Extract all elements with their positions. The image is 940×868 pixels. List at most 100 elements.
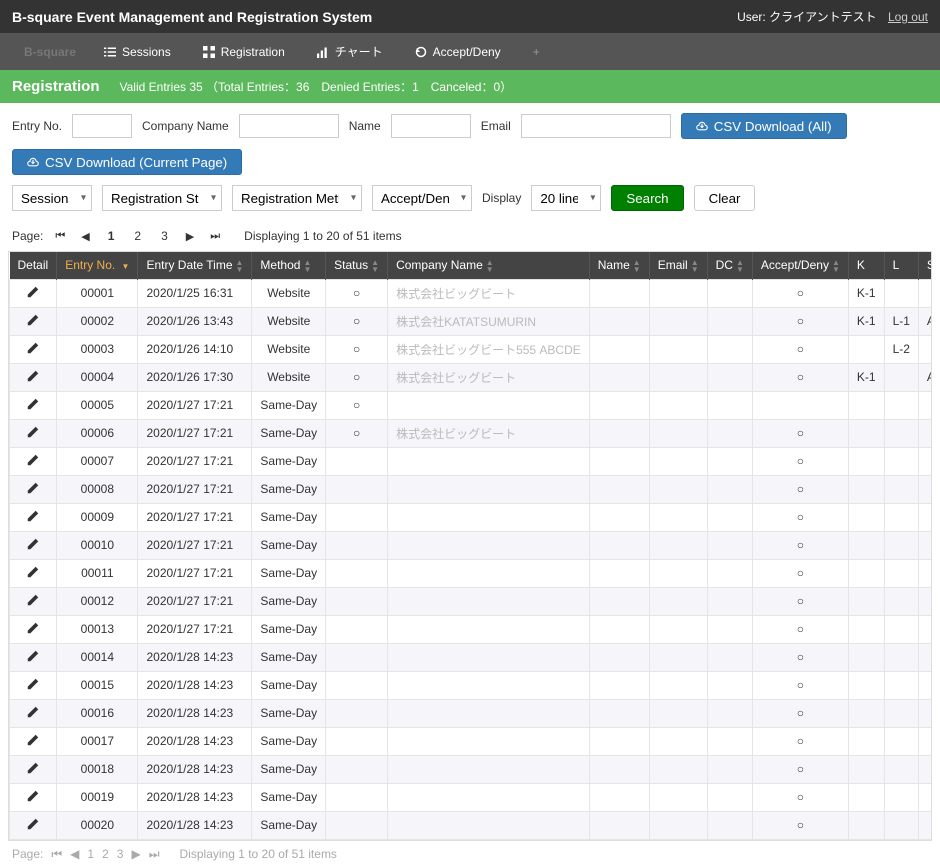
email-input[interactable]	[521, 114, 671, 138]
status-cell	[326, 503, 388, 531]
registration-status-select[interactable]: Registration Status	[102, 185, 222, 211]
detail-cell[interactable]	[10, 363, 57, 391]
accept-cell: ○	[752, 531, 848, 559]
column-header[interactable]: Accept/Deny▲▼	[752, 252, 848, 279]
nav-sessions[interactable]: Sessions	[88, 35, 187, 69]
edit-icon[interactable]	[26, 565, 40, 579]
edit-icon[interactable]	[26, 761, 40, 775]
detail-cell[interactable]	[10, 615, 57, 643]
detail-cell[interactable]	[10, 335, 57, 363]
column-header[interactable]: L	[884, 252, 918, 279]
accept-cell: ○	[752, 699, 848, 727]
detail-cell[interactable]	[10, 503, 57, 531]
nav-chart[interactable]: チャート	[301, 33, 399, 70]
column-header[interactable]: S1	[918, 252, 932, 279]
search-button[interactable]: Search	[611, 185, 683, 211]
company-input[interactable]	[239, 114, 339, 138]
nav-add[interactable]: +	[517, 35, 556, 69]
table-row: 000202020/1/28 14:23Same-Day○	[10, 811, 933, 839]
edit-icon[interactable]	[26, 341, 40, 355]
edit-icon[interactable]	[26, 425, 40, 439]
column-header[interactable]: Company Name▲▼	[388, 252, 590, 279]
registration-method-select[interactable]: Registration Method	[232, 185, 362, 211]
edit-icon[interactable]	[26, 733, 40, 747]
column-header[interactable]: DC▲▼	[707, 252, 752, 279]
pager-page-2[interactable]: 2	[128, 227, 147, 245]
column-header[interactable]: Status▲▼	[326, 252, 388, 279]
edit-icon[interactable]	[26, 313, 40, 327]
column-header[interactable]: Name▲▼	[589, 252, 649, 279]
email-cell	[649, 279, 707, 307]
edit-icon[interactable]	[26, 537, 40, 551]
detail-cell[interactable]	[10, 587, 57, 615]
sessions-select[interactable]: Sessions	[12, 185, 92, 211]
detail-cell[interactable]	[10, 811, 57, 839]
column-header[interactable]: Entry No. ▼	[57, 252, 138, 279]
accept-cell: ○	[752, 503, 848, 531]
detail-cell[interactable]	[10, 559, 57, 587]
pager-page-3[interactable]: 3	[155, 227, 174, 245]
csv-download-all-button[interactable]: CSV Download (All)	[681, 113, 847, 139]
date-cell: 2020/1/28 14:23	[138, 783, 252, 811]
company-cell	[388, 391, 590, 419]
edit-icon[interactable]	[26, 453, 40, 467]
column-header[interactable]: Method▲▼	[252, 252, 326, 279]
k-cell	[848, 615, 884, 643]
detail-cell[interactable]	[10, 755, 57, 783]
edit-icon[interactable]	[26, 621, 40, 635]
detail-cell[interactable]	[10, 391, 57, 419]
email-cell	[649, 559, 707, 587]
pager-prev-icon[interactable]: ◀	[77, 228, 93, 245]
edit-icon[interactable]	[26, 705, 40, 719]
detail-cell[interactable]	[10, 643, 57, 671]
edit-icon[interactable]	[26, 285, 40, 299]
detail-cell[interactable]	[10, 699, 57, 727]
nav-accept-deny[interactable]: Accept/Deny	[399, 35, 517, 69]
accept-deny-select[interactable]: Accept/Deny	[372, 185, 472, 211]
date-cell: 2020/1/27 17:21	[138, 503, 252, 531]
pager-page-1[interactable]: 1	[102, 227, 121, 245]
detail-cell[interactable]	[10, 419, 57, 447]
column-header[interactable]: Detail	[10, 252, 57, 279]
detail-cell[interactable]	[10, 531, 57, 559]
k-cell	[848, 643, 884, 671]
edit-icon[interactable]	[26, 593, 40, 607]
edit-icon[interactable]	[26, 369, 40, 383]
s1-cell	[918, 279, 932, 307]
column-header[interactable]: Entry Date Time▲▼	[138, 252, 252, 279]
pager-last-icon[interactable]: ⏭	[206, 228, 224, 245]
column-header[interactable]: K	[848, 252, 884, 279]
table-row: 000052020/1/27 17:21Same-Day○	[10, 391, 933, 419]
detail-cell[interactable]	[10, 447, 57, 475]
k-cell	[848, 531, 884, 559]
detail-cell[interactable]	[10, 475, 57, 503]
edit-icon[interactable]	[26, 509, 40, 523]
edit-icon[interactable]	[26, 481, 40, 495]
column-header[interactable]: Email▲▼	[649, 252, 707, 279]
clear-button[interactable]: Clear	[694, 185, 756, 211]
name-cell	[589, 419, 649, 447]
edit-icon[interactable]	[26, 817, 40, 831]
nav-registration[interactable]: Registration	[187, 35, 301, 69]
detail-cell[interactable]	[10, 279, 57, 307]
detail-cell[interactable]	[10, 727, 57, 755]
detail-cell[interactable]	[10, 671, 57, 699]
pager-first-icon[interactable]: ⏮	[51, 228, 69, 245]
date-cell: 2020/1/28 14:23	[138, 811, 252, 839]
detail-cell[interactable]	[10, 307, 57, 335]
edit-icon[interactable]	[26, 677, 40, 691]
edit-icon[interactable]	[26, 649, 40, 663]
status-cell	[326, 615, 388, 643]
pager-next-icon[interactable]: ▶	[182, 228, 198, 245]
s1-cell	[918, 391, 932, 419]
detail-cell[interactable]	[10, 783, 57, 811]
csv-download-current-button[interactable]: CSV Download (Current Page)	[12, 149, 242, 175]
entry-no-input[interactable]	[72, 114, 132, 138]
edit-icon[interactable]	[26, 789, 40, 803]
l-cell	[884, 783, 918, 811]
edit-icon[interactable]	[26, 397, 40, 411]
display-lines-select[interactable]: 20 lines	[531, 185, 601, 211]
table-row: 000182020/1/28 14:23Same-Day○	[10, 755, 933, 783]
name-input[interactable]	[391, 114, 471, 138]
logout-link[interactable]: Log out	[888, 10, 928, 24]
